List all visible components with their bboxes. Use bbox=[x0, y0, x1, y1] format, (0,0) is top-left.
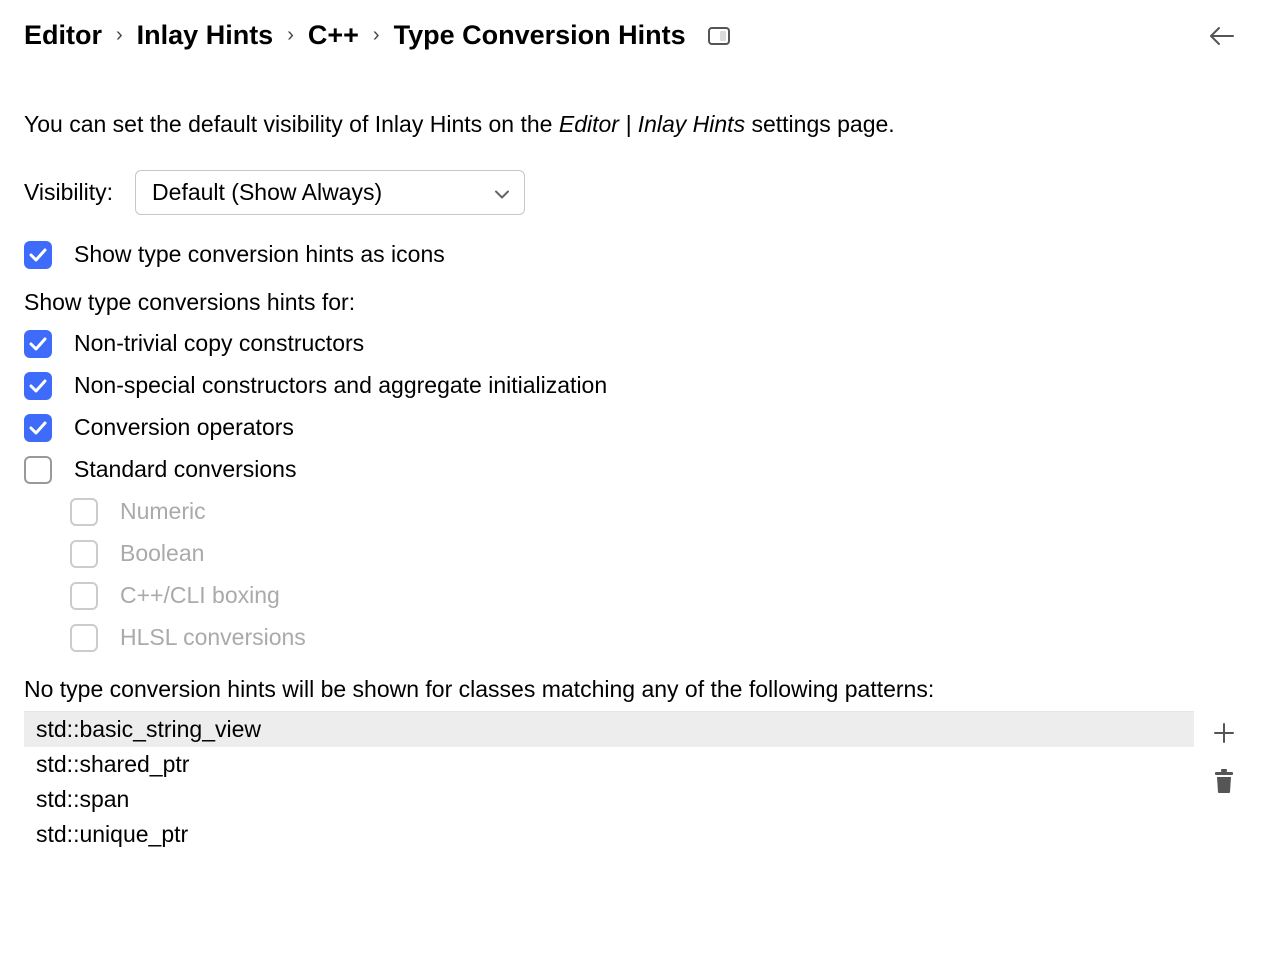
settings-header: Editor › Inlay Hints › C++ › Type Conver… bbox=[24, 20, 1238, 51]
breadcrumb-item[interactable]: Inlay Hints bbox=[137, 20, 274, 51]
option-label: Non-trivial copy constructors bbox=[74, 330, 364, 357]
checkbox-disabled-icon bbox=[70, 624, 98, 652]
list-item[interactable]: std::basic_string_view bbox=[24, 712, 1194, 747]
option-boolean: Boolean bbox=[70, 540, 1238, 568]
remove-pattern-button[interactable] bbox=[1210, 767, 1238, 795]
checkbox-checked-icon[interactable] bbox=[24, 241, 52, 269]
checkbox-disabled-icon bbox=[70, 582, 98, 610]
panel-icon[interactable] bbox=[708, 27, 730, 45]
checkbox-disabled-icon bbox=[70, 498, 98, 526]
breadcrumb-separator: › bbox=[287, 24, 294, 47]
patterns-section-label: No type conversion hints will be shown f… bbox=[24, 676, 1238, 703]
patterns-side-toolbar bbox=[1210, 711, 1238, 852]
list-item[interactable]: std::span bbox=[24, 782, 1194, 817]
chevron-down-icon bbox=[494, 179, 510, 206]
option-conversion-operators[interactable]: Conversion operators bbox=[24, 414, 1238, 442]
intro-text: You can set the default visibility of In… bbox=[24, 107, 1238, 142]
option-label: C++/CLI boxing bbox=[120, 582, 280, 609]
option-label: Boolean bbox=[120, 540, 204, 567]
option-cli-boxing: C++/CLI boxing bbox=[70, 582, 1238, 610]
list-item[interactable]: std::shared_ptr bbox=[24, 747, 1194, 782]
patterns-area: std::basic_string_view std::shared_ptr s… bbox=[24, 711, 1238, 852]
visibility-select[interactable]: Default (Show Always) bbox=[135, 170, 525, 215]
option-non-trivial-copy[interactable]: Non-trivial copy constructors bbox=[24, 330, 1238, 358]
back-button[interactable] bbox=[1204, 21, 1238, 51]
option-label: Non-special constructors and aggregate i… bbox=[74, 372, 607, 399]
visibility-label: Visibility: bbox=[24, 179, 113, 206]
breadcrumb: Editor › Inlay Hints › C++ › Type Conver… bbox=[24, 20, 730, 51]
option-label: Show type conversion hints as icons bbox=[74, 241, 445, 268]
section-label-show-for: Show type conversions hints for: bbox=[24, 289, 1238, 316]
visibility-row: Visibility: Default (Show Always) bbox=[24, 170, 1238, 215]
add-pattern-button[interactable] bbox=[1210, 719, 1238, 747]
checkbox-checked-icon[interactable] bbox=[24, 372, 52, 400]
checkbox-checked-icon[interactable] bbox=[24, 330, 52, 358]
list-item[interactable]: std::unique_ptr bbox=[24, 817, 1194, 852]
visibility-selected-value: Default (Show Always) bbox=[152, 179, 382, 205]
breadcrumb-item[interactable]: Editor bbox=[24, 20, 102, 51]
breadcrumb-separator: › bbox=[116, 24, 123, 47]
option-label: HLSL conversions bbox=[120, 624, 306, 651]
option-label: Conversion operators bbox=[74, 414, 294, 441]
option-show-as-icons[interactable]: Show type conversion hints as icons bbox=[24, 241, 1238, 269]
option-hlsl: HLSL conversions bbox=[70, 624, 1238, 652]
breadcrumb-separator: › bbox=[373, 24, 380, 47]
checkbox-checked-icon[interactable] bbox=[24, 414, 52, 442]
option-non-special-constructors[interactable]: Non-special constructors and aggregate i… bbox=[24, 372, 1238, 400]
checkbox-disabled-icon bbox=[70, 540, 98, 568]
patterns-list[interactable]: std::basic_string_view std::shared_ptr s… bbox=[24, 711, 1194, 852]
breadcrumb-item[interactable]: C++ bbox=[308, 20, 359, 51]
option-label: Numeric bbox=[120, 498, 206, 525]
option-label: Standard conversions bbox=[74, 456, 296, 483]
checkbox-unchecked-icon[interactable] bbox=[24, 456, 52, 484]
option-standard-conversions[interactable]: Standard conversions bbox=[24, 456, 1238, 484]
breadcrumb-item-current: Type Conversion Hints bbox=[394, 20, 686, 51]
option-numeric: Numeric bbox=[70, 498, 1238, 526]
